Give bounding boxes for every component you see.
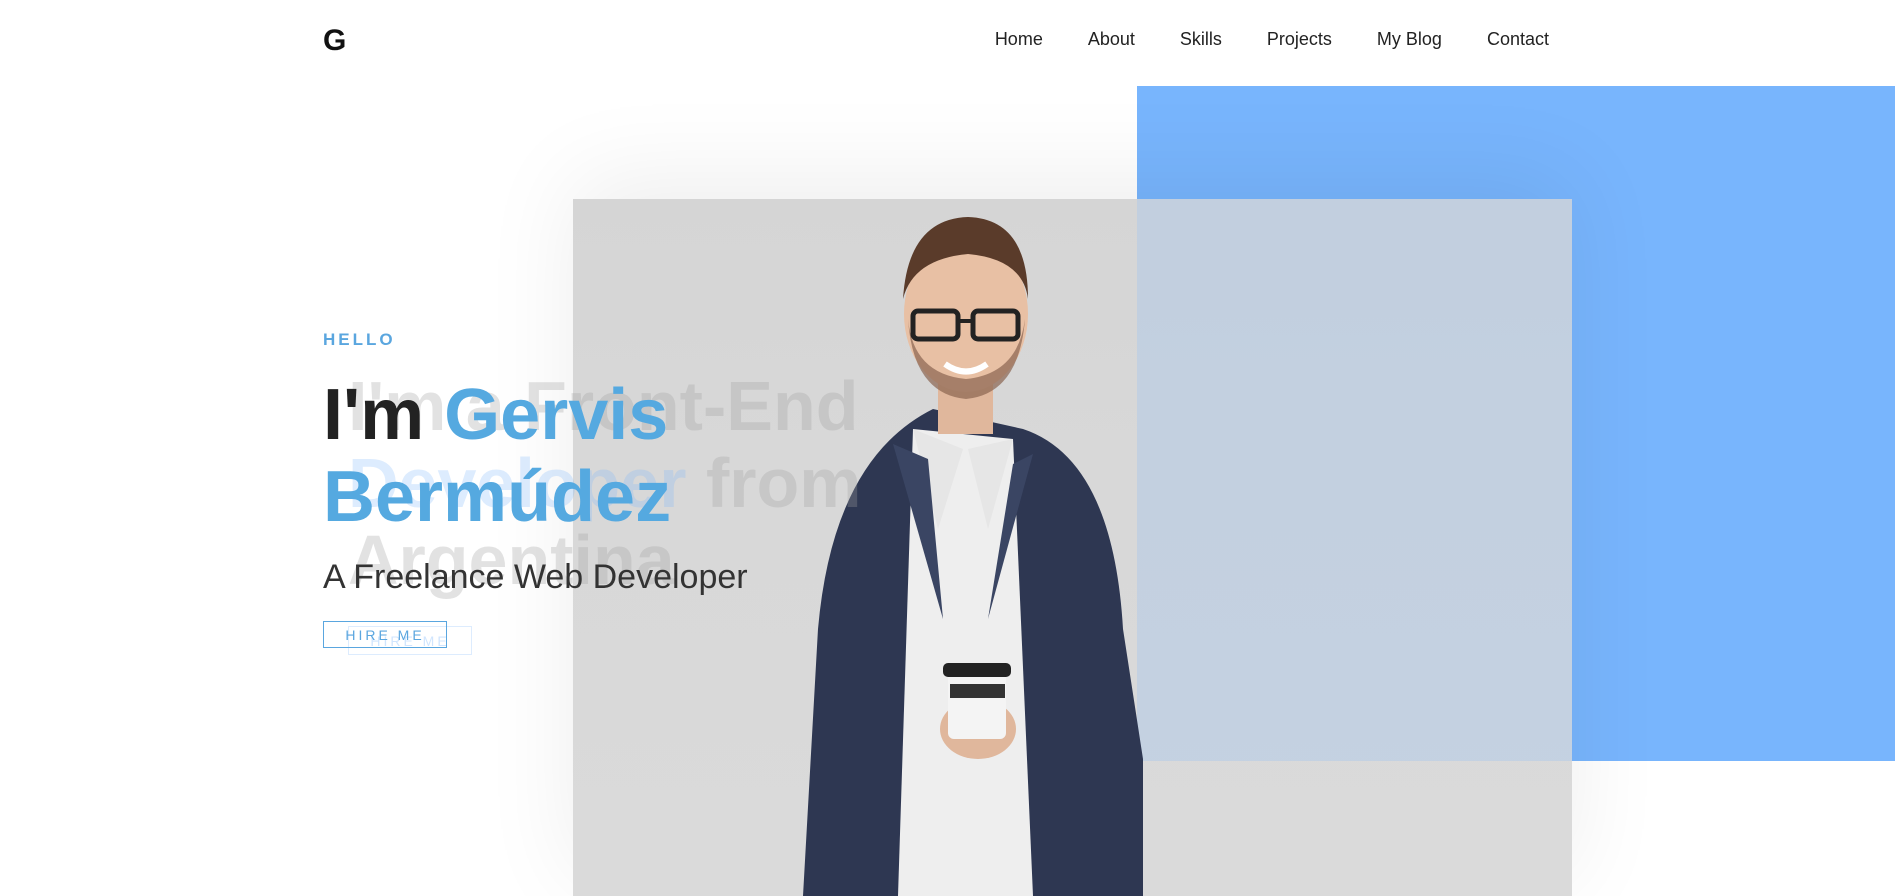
headline-name-last: Bermúdez bbox=[323, 457, 672, 537]
hero-greeting: HELLO bbox=[323, 330, 396, 349]
headline-prefix: I'm bbox=[323, 375, 425, 455]
header: G Home About Skills Projects My Blog Con… bbox=[0, 0, 1895, 86]
nav-link-projects[interactable]: Projects bbox=[1267, 29, 1332, 50]
nav-link-contact[interactable]: Contact bbox=[1487, 29, 1549, 50]
headline-name-first: Gervis bbox=[444, 375, 669, 455]
nav-link-blog[interactable]: My Blog bbox=[1377, 29, 1442, 50]
nav-link-home[interactable]: Home bbox=[995, 29, 1043, 50]
logo[interactable]: G bbox=[323, 24, 347, 58]
hero-subtitle: A Freelance Web Developer bbox=[323, 558, 748, 596]
photo-tint bbox=[1137, 199, 1572, 761]
nav-link-about[interactable]: About bbox=[1088, 29, 1135, 50]
hero-headline: I'm Gervis Bermúdez bbox=[323, 374, 748, 538]
nav-link-skills[interactable]: Skills bbox=[1180, 29, 1222, 50]
main-nav: Home About Skills Projects My Blog Conta… bbox=[950, 29, 1549, 50]
hero-section: HELLO I'm Gervis Bermúdez A Freelance We… bbox=[323, 330, 748, 648]
hire-me-button[interactable]: HIRE ME bbox=[323, 621, 447, 648]
